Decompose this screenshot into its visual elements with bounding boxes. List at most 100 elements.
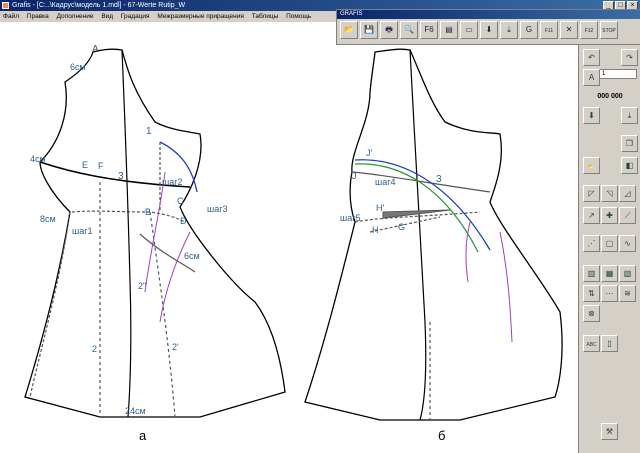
f11-button[interactable]: F11 [540,21,558,39]
menu-edit[interactable]: Правка [24,11,52,22]
pattern-b-colored [354,159,513,343]
label-B: B [145,207,151,217]
tool-button[interactable]: ⚒ [601,423,618,440]
print-button[interactable]: 🖶 [380,21,398,39]
shape-1-icon: ◸ [588,189,595,198]
undo-button[interactable]: ↶ [583,49,600,66]
label-4sm: 4см [30,154,46,164]
copy-button[interactable]: ❐ [621,135,638,152]
drawing-canvas[interactable]: A 6см 4см E F 3 1 шаг2 C B шаг3 D 8см ша… [0,22,578,453]
open-icon: 📂 [588,164,595,170]
coordinates-display: 000 000 [597,93,623,100]
measure-1-icon: ⇅ [588,289,595,298]
curve-button[interactable]: ∿ [619,235,636,252]
piece-a-icon: ▥ [587,269,596,278]
label-G: G [398,222,405,232]
shape-3-button[interactable]: ◿ [619,185,636,202]
page-icon: ▯ [607,339,612,348]
cross-button[interactable]: ✚ [601,207,618,224]
shape-3-icon: ◿ [624,189,631,198]
stop-icon: STOP [602,28,616,34]
target-button[interactable]: ⊗ [583,305,600,322]
redo-icon: ↷ [626,53,633,62]
menu-help[interactable]: Помощь [283,11,314,22]
label-E: E [82,160,88,170]
measure-3-icon: ≋ [624,289,631,298]
label-F: F [98,161,104,171]
pattern-b [304,48,563,421]
down-arrow-button[interactable]: ⬇ [583,107,600,124]
app-icon [2,2,9,9]
label-6sm-b: 6см [184,251,200,261]
shape-2-button[interactable]: ◹ [601,185,618,202]
f6-button[interactable]: F6 [420,21,438,39]
menu-file[interactable]: Файл [0,11,22,22]
redo-button[interactable]: ↷ [621,49,638,66]
points-button[interactable]: ⋰ [583,235,600,252]
undo-icon: ↶ [588,53,595,62]
abc-button[interactable]: A [583,69,600,86]
label-1: 1 [146,126,152,137]
arrow-down-icon: ⬇ [485,25,493,34]
down-arrow-2-icon: ⤓ [627,111,632,120]
line-2-button[interactable]: ⟋ [619,207,636,224]
value-field[interactable]: 1 [599,69,637,79]
piece-icon: ◧ [625,161,634,170]
menu-extra[interactable]: Дополнение [54,11,97,22]
label-3b: 3 [436,174,442,185]
document-button[interactable]: ▤ [440,21,458,39]
points-icon: ⋰ [587,239,596,248]
menu-grading[interactable]: Градация [118,11,153,22]
menu-tables[interactable]: Таблицы [249,11,282,22]
measure-1-button[interactable]: ⇅ [583,285,600,302]
stop-button[interactable]: STOP [600,21,618,39]
abc-icon: A [588,73,595,82]
abc-check-button[interactable]: ABC [583,335,600,352]
line-1-icon: ↗ [588,211,595,220]
open-folder-button[interactable]: 📂 [340,21,358,39]
g-button[interactable]: G [520,21,538,39]
menu-increments[interactable]: Межразмерные приращения [154,11,247,22]
label-2pp: 2" [138,281,146,291]
square-icon: ▢ [605,239,614,248]
label-shag3: шаг3 [207,204,228,214]
page-button[interactable]: ▯ [601,335,618,352]
down-arrow-2-button[interactable]: ⤓ [621,107,638,124]
caption-a: а [139,428,147,443]
arrow-down-button[interactable]: ⬇ [480,21,498,39]
label-3: 3 [118,171,124,182]
zoom-button[interactable]: 🔍 [400,21,418,39]
ruler-button[interactable]: ▭ [460,21,478,39]
menu-view[interactable]: Вид [98,11,116,22]
label-Jp: J' [366,148,373,158]
shape-2-icon: ◹ [606,189,613,198]
shape-1-button[interactable]: ◸ [583,185,600,202]
square-button[interactable]: ▢ [601,235,618,252]
zoom-icon: 🔍 [404,25,414,34]
document-icon: ▤ [445,25,453,34]
annotation-labels-b: J' J шаг4 3 H' шаг5 H G [340,148,442,235]
line-2-icon: ⟋ [624,211,631,220]
delete-x-icon: ✕ [565,25,573,34]
g-icon: G [525,25,533,34]
piece-a-button[interactable]: ▥ [583,265,600,282]
arrow-down-bar-button[interactable]: ⤓ [500,21,518,39]
piece-b-button[interactable]: ▦ [601,265,618,282]
save-button[interactable]: 💾 [360,21,378,39]
label-2p: 2' [172,342,179,352]
delete-x-button[interactable]: ✕ [560,21,578,39]
line-1-button[interactable]: ↗ [583,207,600,224]
label-shag2: шаг2 [162,177,183,187]
measure-2-button[interactable]: ⋯ [601,285,618,302]
grafis-toolbar: GRAFIS 📂 💾 🖶 🔍 F6 ▤ ▭ ⬇ ⤓ G F11 ✕ F12 STOP [336,9,640,45]
f12-icon: F12 [584,28,594,34]
abc-check-icon: ABC [586,342,597,348]
measure-3-button[interactable]: ≋ [619,285,636,302]
open-button[interactable]: 📂 [583,157,600,174]
piece-c-button[interactable]: ▧ [619,265,636,282]
open-folder-icon: 📂 [344,25,354,34]
right-tool-panel: 1 000 000 ↶ ↷ A ⬇ ⤓ ❐ 📂 ◧ ◸ ◹ ◿ ↗ ✚ ⟋ ⋰ ▢ ∿ ▥ ▦ ▧ ⇅ ⋯ ≋ ⊗ ABC ▯ ⚒ [578,45,640,453]
f12-button[interactable]: F12 [580,21,598,39]
measure-2-icon: ⋯ [605,289,614,298]
piece-button[interactable]: ◧ [621,157,638,174]
